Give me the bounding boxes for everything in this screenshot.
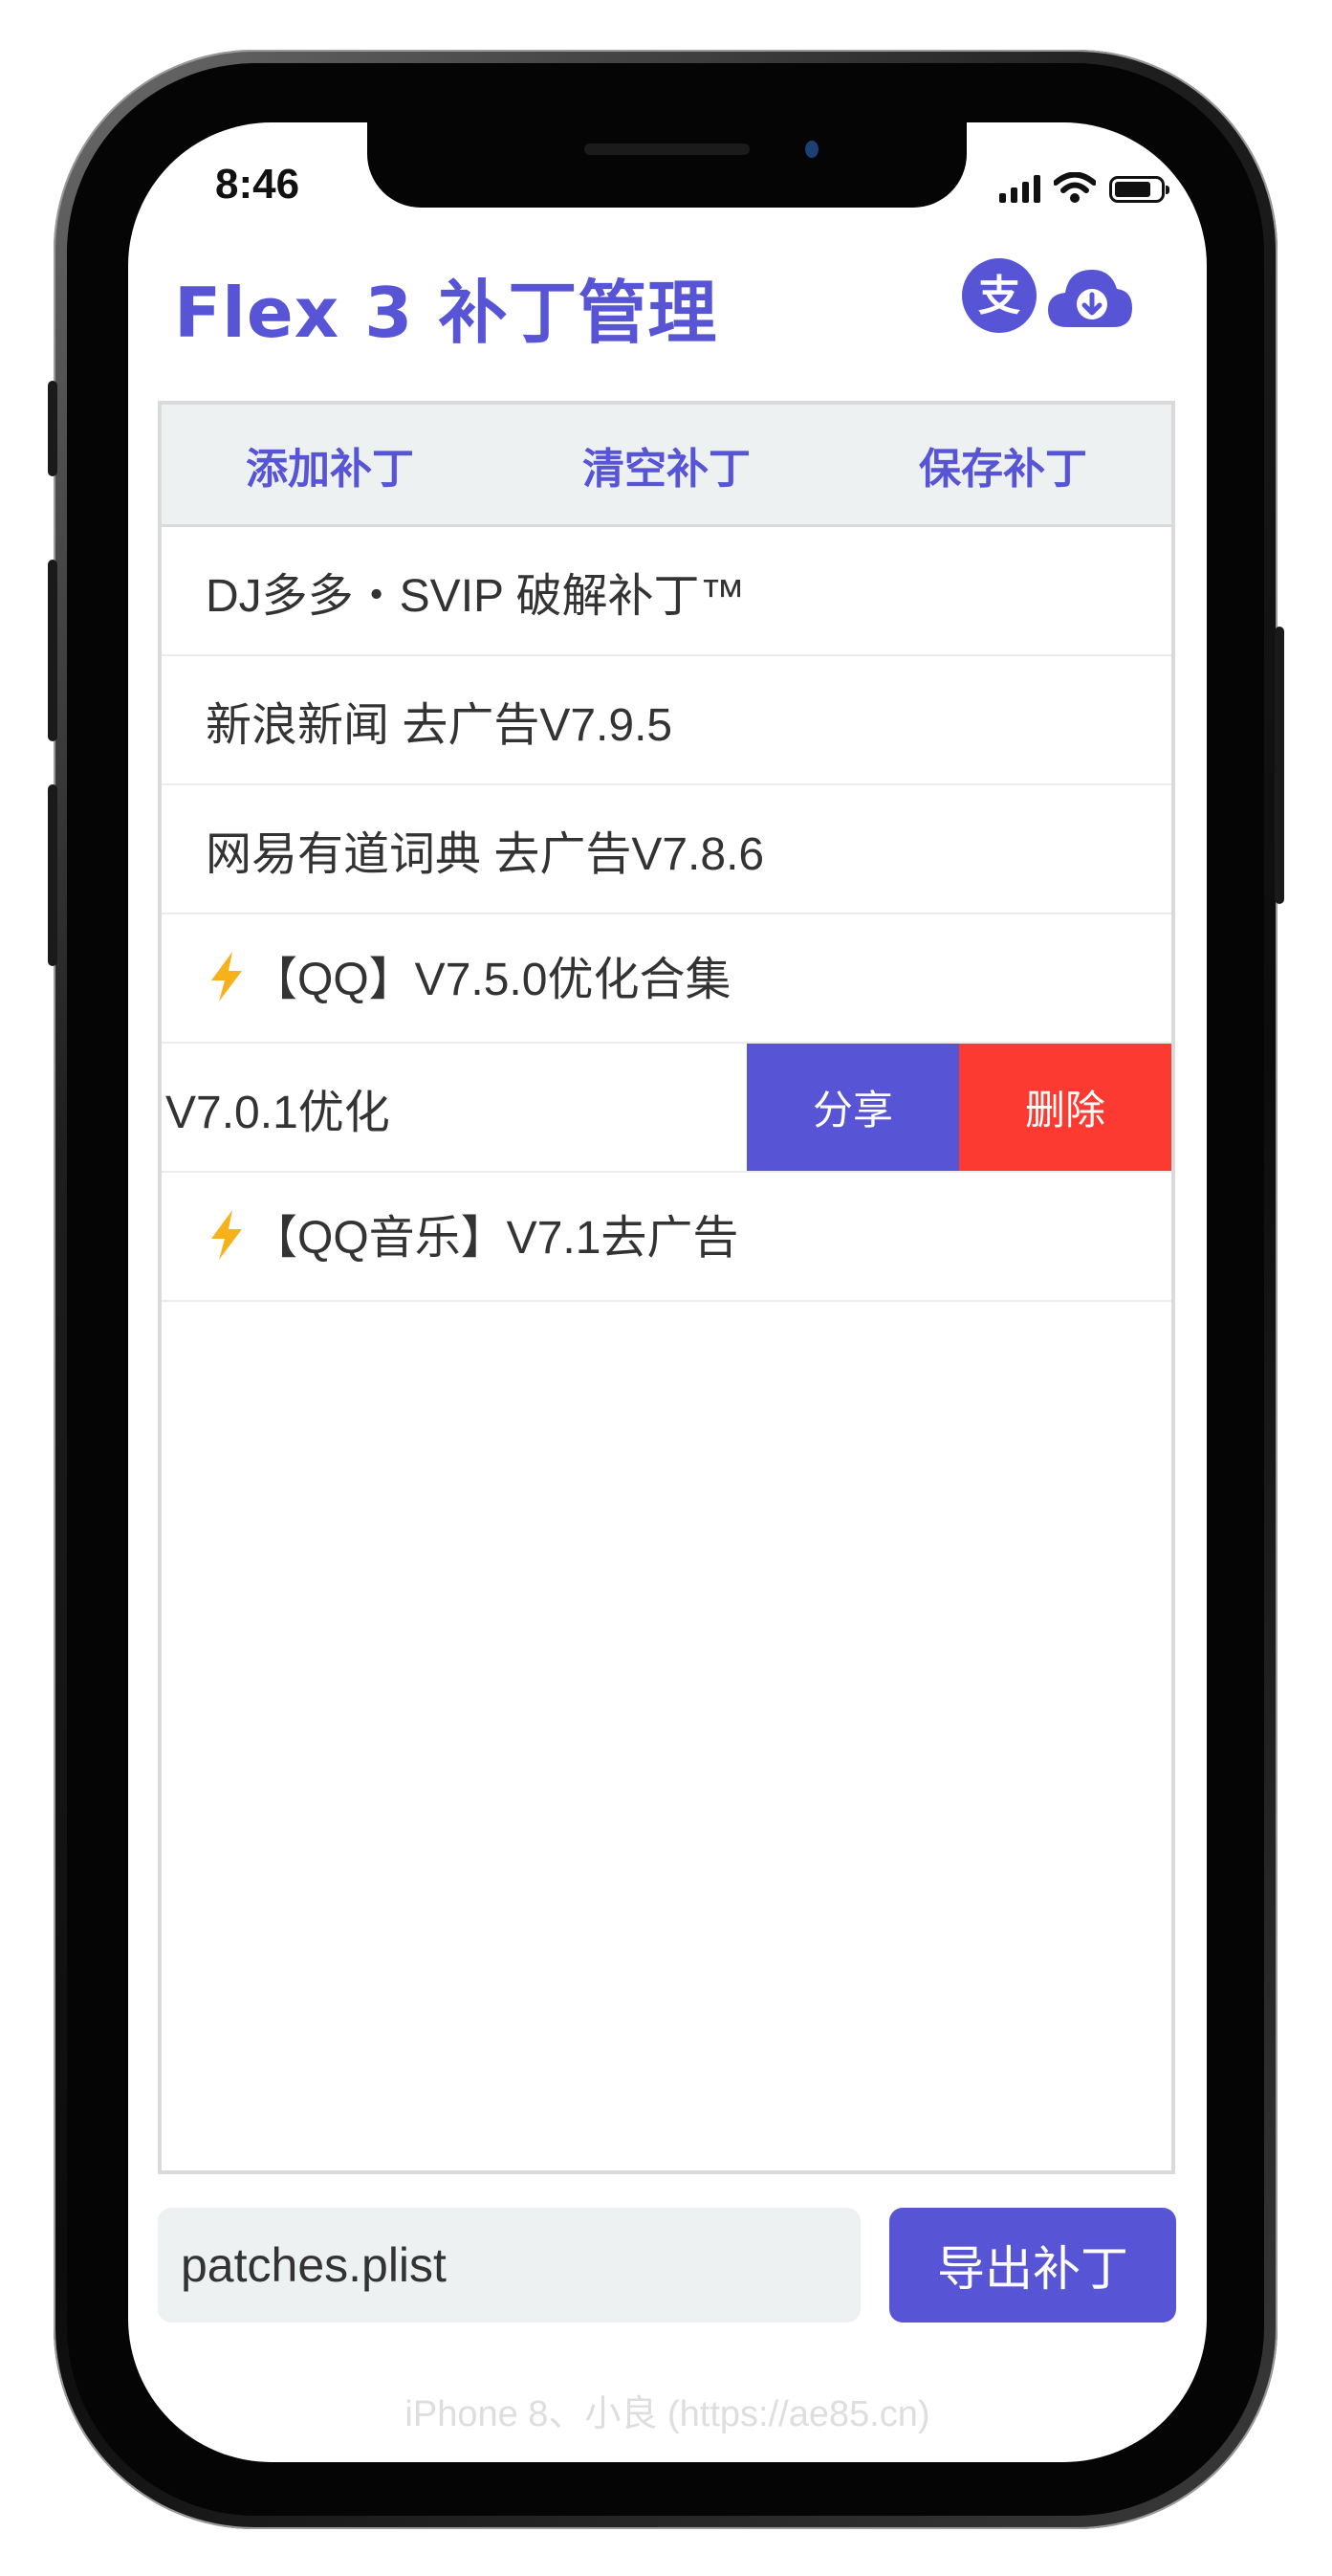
patch-label: 【QQ音乐】V7.1去广告 — [251, 1212, 739, 1264]
power-button — [1275, 627, 1284, 904]
add-patch-button[interactable]: 添加补丁 — [162, 405, 498, 524]
patch-label: DJ多多・SVIP 破解补丁™ — [206, 570, 746, 622]
table-row[interactable]: 【QQ】V7.5.0优化合集 — [162, 914, 1171, 1044]
volume-down-button — [48, 784, 57, 966]
table-row[interactable]: 【QQ音乐】V7.1去广告 — [162, 1173, 1171, 1302]
wifi-icon — [1054, 172, 1096, 203]
notch — [367, 122, 967, 208]
earpiece-speaker — [584, 143, 750, 155]
cellular-signal-icon — [999, 174, 1040, 203]
clear-patches-button[interactable]: 清空补丁 — [498, 405, 835, 524]
patch-label: V7.0.1优化 — [165, 1087, 390, 1138]
alipay-icon[interactable]: 支 — [962, 258, 1037, 337]
share-button[interactable]: 分享 — [747, 1044, 959, 1171]
status-icons — [999, 172, 1169, 203]
patch-table: 添加补丁 清空补丁 保存补丁 DJ多多・SVIP 破解补丁™ 新浪新闻 去广告V… — [158, 401, 1175, 2174]
delete-button[interactable]: 删除 — [959, 1044, 1171, 1171]
table-row[interactable]: 新浪新闻 去广告V7.9.5 — [162, 656, 1171, 785]
save-patches-button[interactable]: 保存补丁 — [835, 405, 1171, 524]
lightning-icon — [206, 950, 248, 1015]
filename-input[interactable] — [158, 2208, 861, 2323]
patch-label: 网易有道词典 去广告V7.8.6 — [206, 828, 765, 880]
status-time: 8:46 — [215, 161, 300, 208]
table-row[interactable]: DJ多多・SVIP 破解补丁™ — [162, 527, 1171, 656]
cloud-download-icon[interactable] — [1046, 264, 1134, 333]
patch-label: 新浪新闻 去广告V7.9.5 — [206, 699, 673, 751]
mute-switch — [48, 381, 57, 476]
svg-text:支: 支 — [978, 272, 1020, 320]
phone-screen: 8:46 Flex 3 补丁管理 支 添加补丁 清空补丁 保存补丁 DJ多多・S… — [128, 122, 1207, 2462]
volume-up-button — [48, 560, 57, 741]
export-patches-button[interactable]: 导出补丁 — [889, 2208, 1176, 2323]
front-camera — [805, 141, 819, 158]
swipe-actions: 分享 删除 — [747, 1044, 1171, 1171]
battery-icon — [1109, 176, 1169, 203]
table-toolbar: 添加补丁 清空补丁 保存补丁 — [162, 405, 1171, 527]
page-title: Flex 3 补丁管理 — [174, 273, 718, 353]
lightning-icon — [206, 1208, 248, 1273]
table-row[interactable]: 网易有道词典 去广告V7.8.6 — [162, 785, 1171, 914]
table-row-swiped[interactable]: V7.0.1优化 分享 删除 — [162, 1044, 1171, 1173]
footer-credit: iPhone 8、小良 (https://ae85.cn) — [404, 2394, 930, 2434]
patch-label: 【QQ】V7.5.0优化合集 — [251, 954, 732, 1005]
